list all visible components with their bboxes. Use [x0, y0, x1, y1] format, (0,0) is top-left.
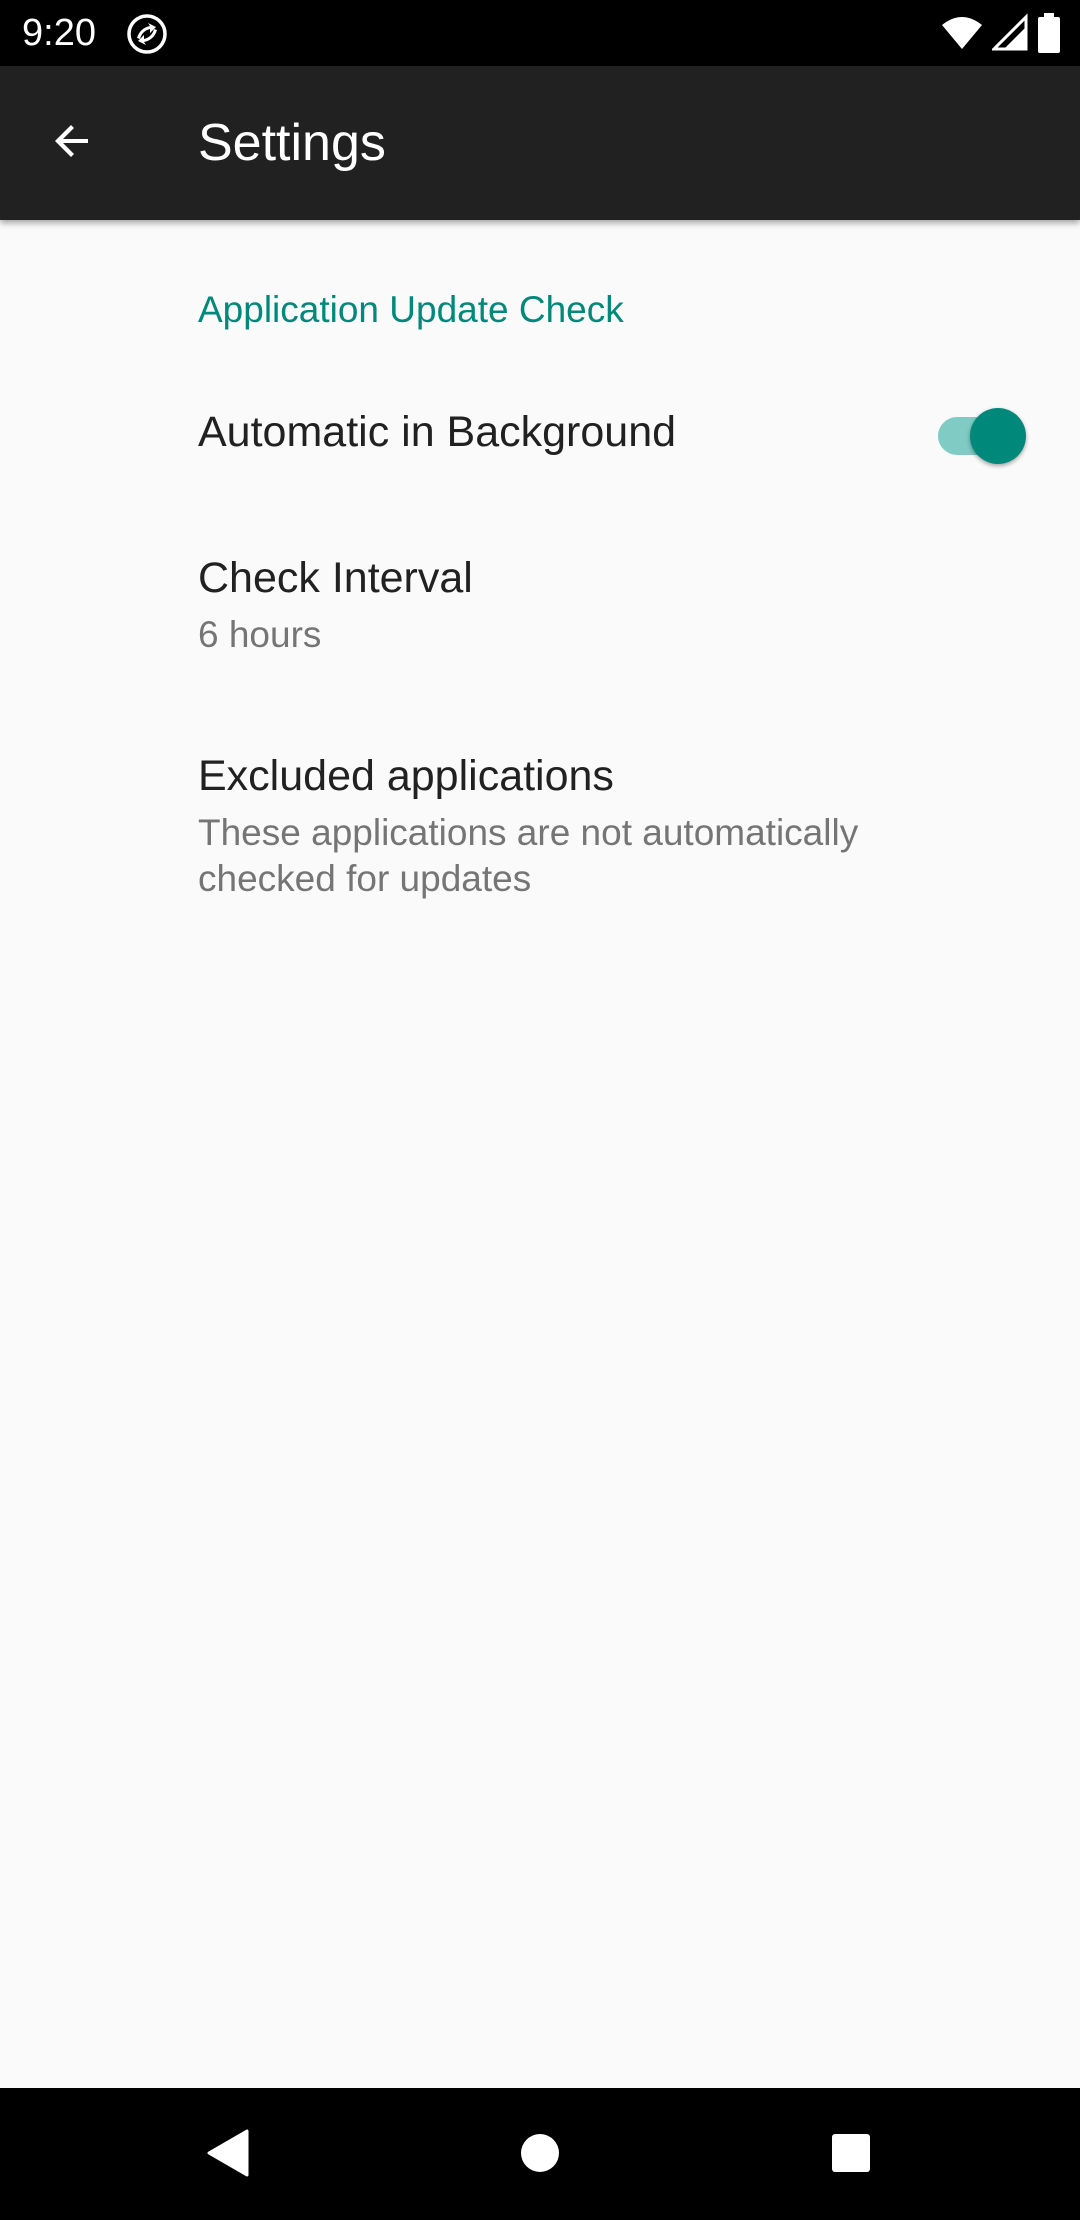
cell-signal-icon: [990, 13, 1028, 58]
arrow-back-icon: [48, 117, 96, 170]
pref-check-interval[interactable]: Check Interval 6 hours: [0, 540, 1080, 700]
pref-title: Excluded applications: [198, 752, 614, 800]
nav-recents-button[interactable]: [806, 2110, 896, 2200]
category-title: Application Update Check: [198, 289, 624, 330]
app-bar: Settings: [0, 66, 1080, 220]
page-title: Settings: [198, 114, 386, 172]
pref-title: Automatic in Background: [198, 408, 677, 456]
pref-title: Check Interval: [198, 554, 473, 602]
wifi-icon: [940, 13, 984, 58]
switch-thumb: [970, 408, 1026, 464]
navigation-bar: [0, 2088, 1080, 2220]
battery-icon: [1036, 12, 1062, 59]
status-icons: [940, 12, 1062, 59]
pref-summary: 6 hours: [198, 614, 322, 655]
pref-excluded-applications[interactable]: Excluded applications These applications…: [0, 740, 1080, 940]
pref-summary: These applications are not automatically…: [198, 812, 859, 899]
back-button[interactable]: [32, 103, 112, 183]
automatic-background-toggle[interactable]: [938, 406, 1028, 466]
recents-square-icon: [829, 2131, 873, 2180]
back-triangle-icon: [203, 2127, 251, 2184]
status-bar: 9:20: [0, 0, 1080, 66]
nav-back-button[interactable]: [182, 2110, 272, 2200]
sync-app-icon: [126, 13, 168, 55]
status-time: 9:20: [22, 12, 96, 54]
home-circle-icon: [518, 2131, 562, 2180]
pref-automatic-background[interactable]: Automatic in Background: [0, 370, 1080, 510]
nav-home-button[interactable]: [495, 2110, 585, 2200]
